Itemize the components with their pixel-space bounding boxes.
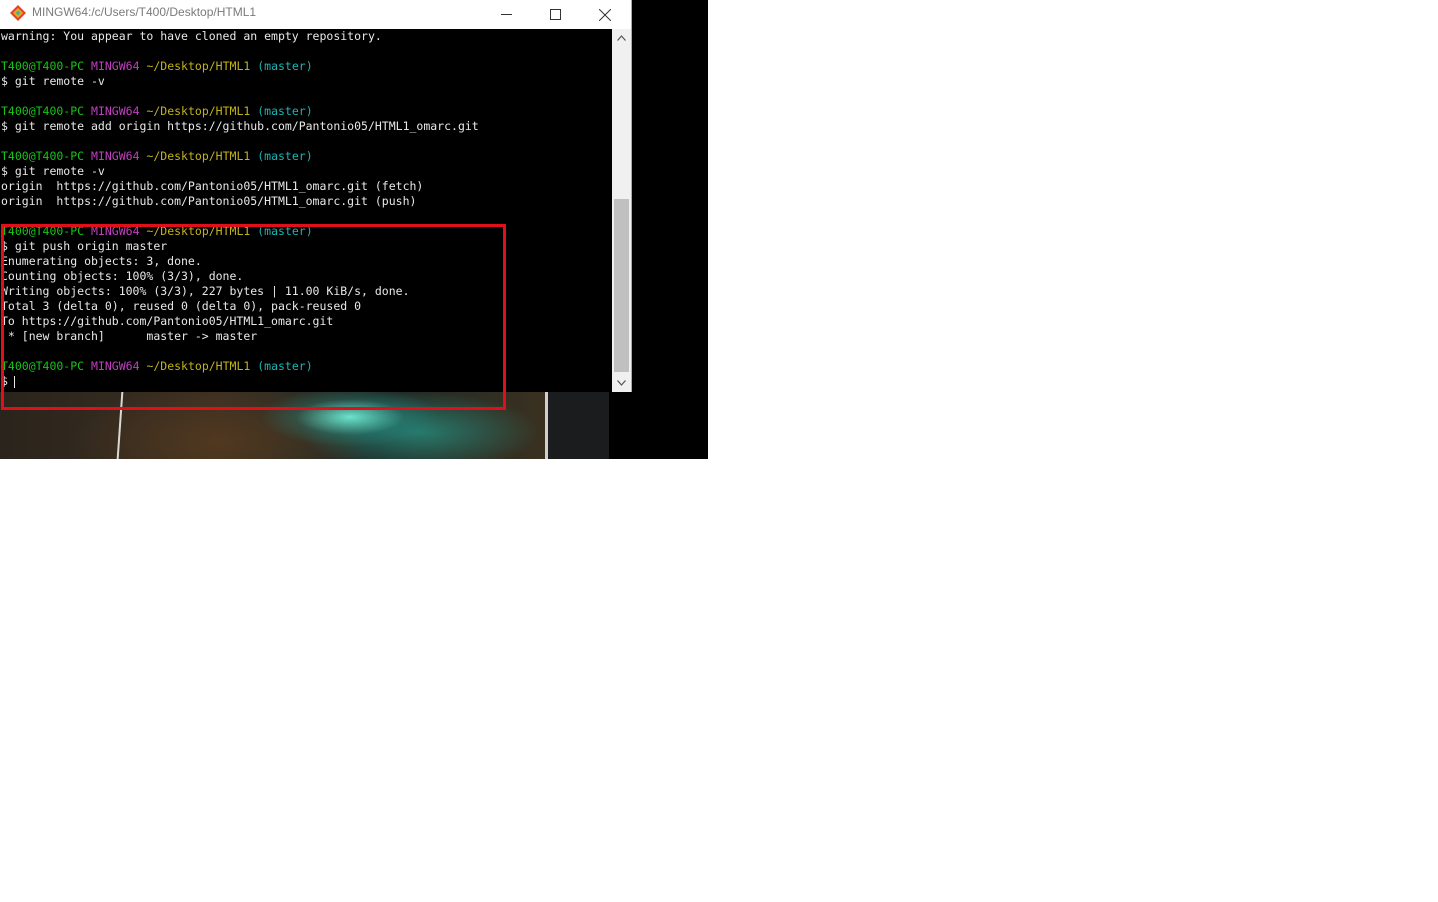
prompt-user: T400@T400-PC <box>1 224 85 238</box>
prompt-user: T400@T400-PC <box>1 59 85 73</box>
prompt-branch: (master) <box>257 104 313 118</box>
prompt-branch: (master) <box>257 359 313 373</box>
chevron-up-icon <box>617 35 626 41</box>
terminal-output-line: Counting objects: 100% (3/3), done. <box>1 269 244 283</box>
prompt-path: ~/Desktop/HTML1 <box>146 359 251 373</box>
prompt-branch: (master) <box>257 224 313 238</box>
terminal-output-line: To https://github.com/Pantonio05/HTML1_o… <box>1 314 334 328</box>
terminal-prompt-line: T400@T400-PC MINGW64 ~/Desktop/HTML1 (ma… <box>0 59 612 74</box>
terminal-output-line: Enumerating objects: 3, done. <box>1 254 202 268</box>
chevron-down-icon <box>617 380 626 386</box>
minimize-icon <box>501 14 512 15</box>
prompt-msystem: MINGW64 <box>91 104 140 118</box>
window-title: MINGW64:/c/Users/T400/Desktop/HTML1 <box>32 5 257 19</box>
maximize-button[interactable] <box>531 0 580 29</box>
prompt-user: T400@T400-PC <box>1 359 85 373</box>
terminal-prompt-line: T400@T400-PC MINGW64 ~/Desktop/HTML1 (ma… <box>0 149 612 164</box>
terminal-output-line: $ git remote -v <box>1 74 105 88</box>
wallpaper-image <box>0 392 545 459</box>
scrollbar-thumb[interactable] <box>614 199 629 372</box>
terminal-output-line: Writing objects: 100% (3/3), 227 bytes |… <box>1 284 410 298</box>
terminal-window: MINGW64:/c/Users/T400/Desktop/HTML1 warn… <box>0 0 632 392</box>
minimize-button[interactable] <box>482 0 531 29</box>
text-cursor <box>13 375 15 388</box>
prompt-msystem: MINGW64 <box>91 149 140 163</box>
terminal-input-line: $ <box>0 374 612 389</box>
prompt-user: T400@T400-PC <box>1 104 85 118</box>
terminal-prompt-line: T400@T400-PC MINGW64 ~/Desktop/HTML1 (ma… <box>0 104 612 119</box>
prompt-msystem: MINGW64 <box>91 359 140 373</box>
terminal-output-line: warning: You appear to have cloned an em… <box>1 29 382 43</box>
close-icon <box>598 8 611 21</box>
title-bar[interactable]: MINGW64:/c/Users/T400/Desktop/HTML1 <box>0 0 631 29</box>
scroll-up-button[interactable] <box>612 29 631 47</box>
terminal-output-line: $ git remote -v <box>1 164 105 178</box>
prompt-path: ~/Desktop/HTML1 <box>146 224 251 238</box>
prompt-path: ~/Desktop/HTML1 <box>146 59 251 73</box>
prompt-branch: (master) <box>257 149 313 163</box>
terminal-output-line: origin https://github.com/Pantonio05/HTM… <box>1 179 424 193</box>
git-bash-icon <box>10 5 26 21</box>
prompt-msystem: MINGW64 <box>91 224 140 238</box>
scroll-down-button[interactable] <box>612 374 631 392</box>
prompt-symbol: $ <box>1 374 8 388</box>
terminal-prompt-line: T400@T400-PC MINGW64 ~/Desktop/HTML1 (ma… <box>0 224 612 239</box>
vertical-scrollbar[interactable] <box>612 29 631 392</box>
close-button[interactable] <box>580 0 629 29</box>
terminal-prompt-line: T400@T400-PC MINGW64 ~/Desktop/HTML1 (ma… <box>0 359 612 374</box>
wallpaper-dark-panel <box>548 392 609 459</box>
prompt-branch: (master) <box>257 59 313 73</box>
terminal-output-line: Total 3 (delta 0), reused 0 (delta 0), p… <box>1 299 362 313</box>
prompt-path: ~/Desktop/HTML1 <box>146 104 251 118</box>
maximize-icon <box>550 9 561 20</box>
terminal-output-line: $ git remote add origin https://github.c… <box>1 119 479 133</box>
terminal-output[interactable]: warning: You appear to have cloned an em… <box>0 29 612 392</box>
terminal-output-line: * [new branch] master -> master <box>1 329 258 343</box>
prompt-msystem: MINGW64 <box>91 59 140 73</box>
prompt-user: T400@T400-PC <box>1 149 85 163</box>
terminal-output-line: origin https://github.com/Pantonio05/HTM… <box>1 194 417 208</box>
prompt-path: ~/Desktop/HTML1 <box>146 149 251 163</box>
terminal-output-line: $ git push origin master <box>1 239 168 253</box>
